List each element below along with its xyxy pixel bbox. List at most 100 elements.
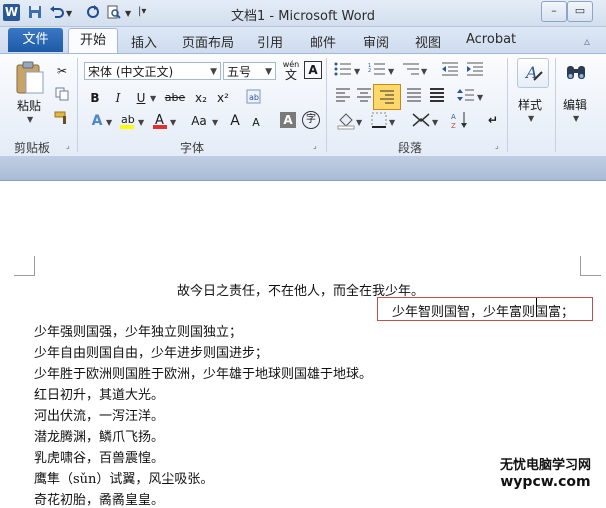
- page-top-gap: [0, 156, 606, 180]
- bullets-icon[interactable]: [334, 62, 352, 80]
- tab-home[interactable]: 开始: [68, 28, 118, 54]
- font-launcher-icon[interactable]: ⌟: [313, 141, 322, 150]
- chevron-down-icon[interactable]: ▼: [106, 118, 112, 127]
- align-center-icon[interactable]: [355, 88, 373, 106]
- sort-icon[interactable]: AZ: [451, 111, 469, 130]
- paste-icon[interactable]: [14, 60, 46, 96]
- group-separator: [507, 58, 508, 152]
- chevron-down-icon[interactable]: ▼: [477, 93, 483, 102]
- minimize-button[interactable]: –: [541, 1, 567, 22]
- doc-line[interactable]: 少年自由则国自由，少年进步则国进步；: [34, 342, 268, 361]
- chevron-down-icon[interactable]: ▼: [528, 114, 534, 123]
- strikethrough-button[interactable]: abe: [163, 89, 187, 107]
- editing-label[interactable]: 编辑: [563, 96, 587, 113]
- tab-references[interactable]: 引用: [257, 32, 283, 51]
- distributed-icon[interactable]: [428, 88, 446, 106]
- paste-dropdown-icon[interactable]: ▼: [27, 115, 33, 124]
- align-left-icon[interactable]: [334, 88, 352, 106]
- styles-label[interactable]: 样式: [518, 96, 542, 113]
- show-marks-icon[interactable]: ↵: [484, 111, 502, 129]
- shrink-font-button[interactable]: A: [247, 114, 265, 132]
- chevron-down-icon[interactable]: ▼: [138, 118, 144, 127]
- chevron-down-icon[interactable]: ▼: [388, 67, 394, 76]
- font-name-combo[interactable]: 宋体 (中文正文) ▼: [84, 62, 221, 80]
- change-case-icon[interactable]: ab: [243, 88, 265, 106]
- svg-text:A: A: [451, 113, 456, 121]
- clear-formatting-button[interactable]: A: [304, 61, 322, 79]
- svg-text:Z: Z: [451, 122, 456, 129]
- align-right-button[interactable]: [373, 84, 401, 110]
- tab-acrobat[interactable]: Acrobat: [466, 32, 516, 47]
- group-separator: [555, 58, 556, 152]
- clipboard-group-label: 剪贴板: [14, 141, 51, 155]
- paragraph-group-label: 段落: [398, 141, 423, 155]
- enclose-characters-button[interactable]: 字: [302, 111, 320, 129]
- ribbon-collapse-icon[interactable]: ▵: [584, 34, 590, 48]
- doc-line[interactable]: 潜龙腾渊，鳞爪飞扬。: [34, 426, 164, 445]
- doc-line[interactable]: 奇花初胎，矞矞皇皇。: [34, 489, 164, 508]
- grow-font-button[interactable]: A: [226, 112, 244, 130]
- find-binoculars-icon[interactable]: [564, 60, 588, 86]
- tab-mailings[interactable]: 邮件: [310, 32, 336, 51]
- paste-label[interactable]: 粘贴: [17, 97, 41, 114]
- highlight-color-icon[interactable]: ab: [117, 112, 137, 130]
- crop-mark-right-horizontal: [580, 275, 601, 276]
- chevron-down-icon[interactable]: ▼: [573, 114, 579, 123]
- chevron-down-icon[interactable]: ▼: [212, 118, 218, 127]
- tab-review[interactable]: 审阅: [363, 32, 389, 51]
- crop-mark-left: [34, 256, 35, 276]
- chevron-down-icon[interactable]: ▼: [170, 118, 176, 127]
- doc-line[interactable]: 鹰隼（sǔn）试翼，风尘吸张。: [34, 468, 213, 487]
- doc-line[interactable]: 少年胜于欧洲则国胜于欧洲，少年雄于地球则国雄于地球。: [34, 363, 372, 382]
- phonetic-guide-button[interactable]: wén 文: [281, 60, 301, 82]
- tab-insert[interactable]: 插入: [131, 32, 157, 51]
- clipboard-launcher-icon[interactable]: ⌟: [66, 141, 75, 150]
- superscript-button[interactable]: x²: [213, 89, 233, 107]
- styles-button[interactable]: A: [517, 58, 549, 88]
- numbering-icon[interactable]: 12: [368, 62, 386, 80]
- doc-line[interactable]: 少年强则国强，少年独立则国独立；: [34, 321, 242, 340]
- tab-page-layout[interactable]: 页面布局: [182, 32, 234, 51]
- chevron-down-icon: ▼: [265, 67, 272, 77]
- chevron-down-icon[interactable]: ▼: [150, 94, 156, 103]
- svg-text:2: 2: [368, 68, 371, 74]
- chinese-layout-icon[interactable]: [410, 111, 432, 129]
- chevron-down-icon[interactable]: ▼: [421, 67, 427, 76]
- decrease-indent-icon[interactable]: [441, 62, 459, 80]
- doc-line[interactable]: 乳虎啸谷，百兽震惶。: [34, 447, 164, 466]
- line-spacing-icon[interactable]: [457, 88, 475, 106]
- doc-line-right-aligned[interactable]: 少年智则国智，少年富则国富；: [392, 301, 574, 320]
- underline-button[interactable]: U: [132, 89, 150, 107]
- tab-view[interactable]: 视图: [415, 32, 441, 51]
- font-size-combo[interactable]: 五号 ▼: [223, 62, 276, 80]
- chevron-down-icon[interactable]: ▼: [354, 67, 360, 76]
- character-border-button[interactable]: A: [280, 112, 296, 128]
- multilevel-list-icon[interactable]: [402, 62, 420, 80]
- cut-icon[interactable]: ✂: [53, 62, 71, 80]
- increase-indent-icon[interactable]: [466, 62, 484, 80]
- text-cursor: [536, 298, 537, 316]
- text-effects-icon[interactable]: A: [86, 112, 108, 130]
- doc-line[interactable]: 河出伏流，一泻汪洋。: [34, 405, 164, 424]
- copy-icon[interactable]: [53, 87, 71, 105]
- watermark-line2: wypcw.com: [500, 474, 591, 490]
- chevron-down-icon[interactable]: ▼: [356, 118, 362, 127]
- restore-button[interactable]: ▭: [567, 1, 593, 22]
- shading-icon[interactable]: [336, 112, 356, 130]
- italic-button[interactable]: I: [109, 89, 127, 107]
- chevron-down-icon[interactable]: ▼: [432, 118, 438, 127]
- subscript-button[interactable]: x₂: [191, 89, 211, 107]
- justify-icon[interactable]: [405, 88, 423, 106]
- bold-button[interactable]: B: [86, 89, 104, 107]
- character-shading-button[interactable]: Aa: [186, 112, 212, 130]
- chevron-down-icon[interactable]: ▼: [389, 118, 395, 127]
- format-painter-icon[interactable]: [53, 111, 71, 129]
- font-color-icon[interactable]: A: [151, 112, 169, 130]
- crop-mark-left-horizontal: [14, 275, 35, 276]
- doc-line[interactable]: 红日初升，其道大光。: [34, 384, 164, 403]
- borders-icon[interactable]: [370, 112, 388, 130]
- crop-mark-right: [580, 256, 581, 276]
- phonetic-guide-icon: 文: [284, 68, 297, 82]
- tab-file[interactable]: 文件: [8, 28, 63, 52]
- paragraph-launcher-icon[interactable]: ⌟: [495, 141, 504, 150]
